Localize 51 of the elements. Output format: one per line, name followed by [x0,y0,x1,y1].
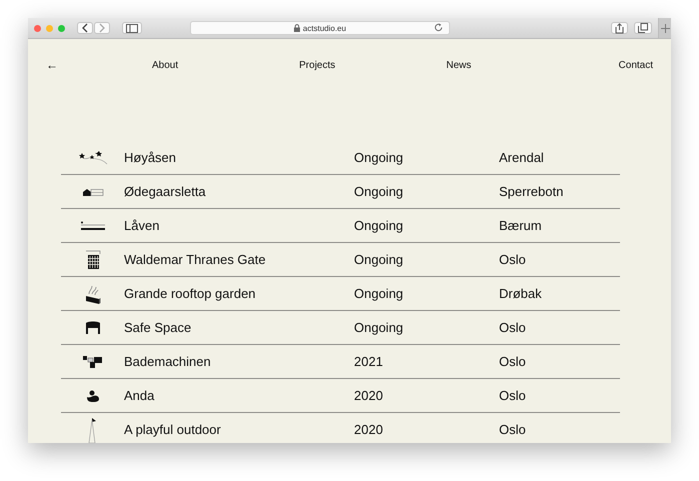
project-location[interactable]: Oslo [499,320,526,335]
project-name[interactable]: Bademachinen [124,354,354,369]
project-location[interactable]: Oslo [499,354,526,369]
project-name[interactable]: A playful outdoor [124,422,354,437]
address-bar[interactable]: actstudio.eu [190,21,450,35]
url-text: actstudio.eu [302,24,346,32]
project-name[interactable]: Waldemar Thranes Gate [124,252,354,267]
back-button[interactable] [77,22,93,34]
nav-link[interactable]: Contact [618,60,653,70]
lock-icon [294,24,300,32]
project-status[interactable]: 2021 [354,354,499,369]
project-location[interactable]: Bærum [499,218,542,233]
project-location[interactable]: Oslo [499,388,526,403]
project-name[interactable]: Låven [124,218,354,233]
project-name[interactable]: Grande rooftop garden [124,286,354,301]
tabs-button[interactable] [634,22,652,34]
project-location[interactable]: Oslo [499,422,526,437]
chevron-right-icon [98,23,106,33]
building-drawing [84,250,100,270]
project-status[interactable]: Ongoing [354,286,499,301]
nav-link[interactable]: News [446,60,472,70]
canopy-drawing [84,320,100,334]
project-location[interactable]: Sperrebotn [499,184,564,199]
project-name[interactable]: Anda [124,388,354,403]
project-name[interactable]: Safe Space [124,320,354,335]
project-status[interactable]: Ongoing [354,184,499,199]
share-button[interactable] [611,22,628,34]
project-location[interactable]: Arendal [499,150,544,165]
sidebar-button[interactable] [122,22,142,34]
project-status[interactable]: 2020 [354,388,499,403]
chevron-left-icon [81,23,89,33]
project-status[interactable]: Ongoing [354,252,499,267]
project-location[interactable]: Drøbak [499,286,542,301]
plus-icon [660,24,670,32]
project-name[interactable]: Ødegaarsletta [124,184,354,199]
project-status[interactable]: 2020 [354,422,499,437]
stars-drawing [78,150,108,166]
nav-link[interactable]: About [152,60,178,70]
project-location[interactable]: Oslo [499,252,526,267]
duck-drawing [86,390,100,402]
project-status[interactable]: Ongoing [354,218,499,233]
reload-icon[interactable] [434,23,443,32]
new-tab-button[interactable] [658,18,671,38]
back-link[interactable]: ← [46,58,94,72]
project-status[interactable]: Ongoing [354,320,499,335]
project-status[interactable]: Ongoing [354,150,499,165]
nav-link[interactable]: Projects [299,60,336,70]
bench-drawing [80,220,106,230]
blocks-drawing [82,354,102,368]
project-name[interactable]: Høyåsen [124,150,354,165]
house-drawing [82,187,104,196]
